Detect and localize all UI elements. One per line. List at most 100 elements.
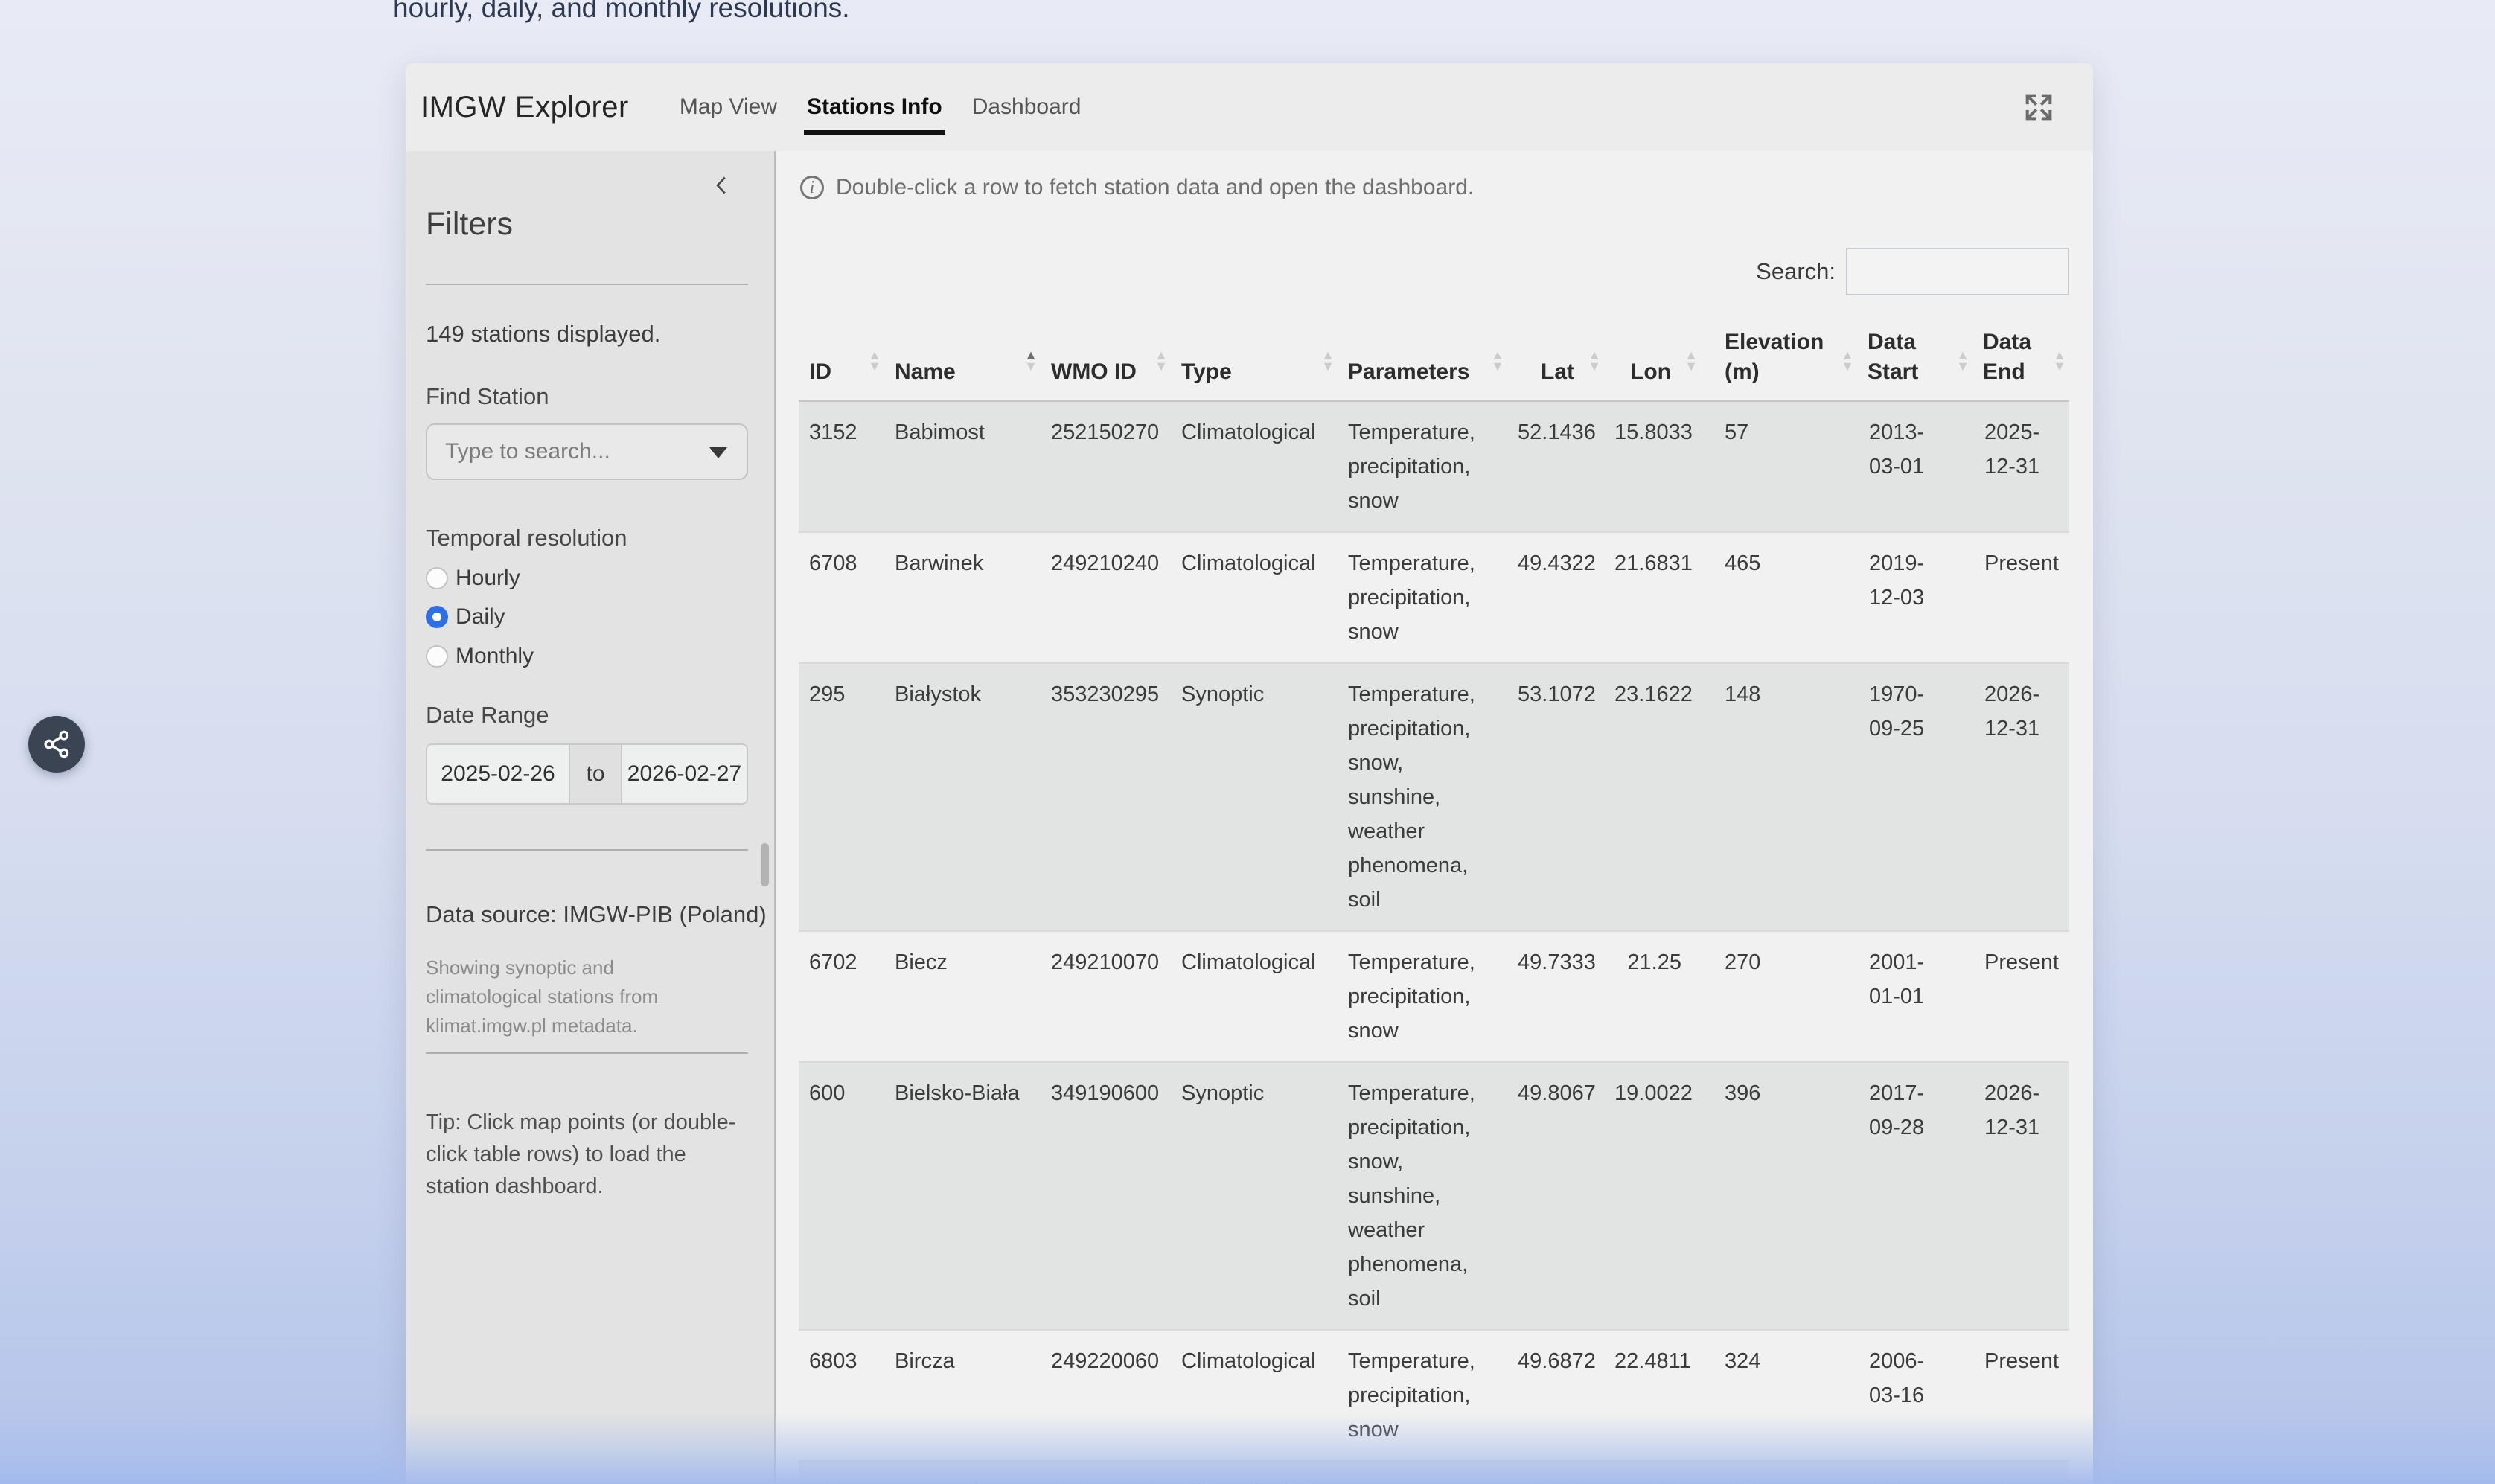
column-header-name[interactable]: Name ▲▼ xyxy=(884,313,1041,401)
cell-data-start: 2019-12-03 xyxy=(1857,532,1972,663)
cell-lon: 23.1622 xyxy=(1604,663,1701,931)
cell-data-end: Present xyxy=(1972,532,2069,663)
radio-circle-icon xyxy=(426,567,448,589)
cell-wmo-id: 249210240 xyxy=(1041,532,1171,663)
column-header-lat[interactable]: Lat ▲▼ xyxy=(1507,313,1604,401)
cell-lat: 50.8997 xyxy=(1507,1461,1604,1484)
temporal-resolution-label: Temporal resolution xyxy=(426,525,627,551)
cell-name: Barwinek xyxy=(884,532,1041,663)
column-header-type[interactable]: Type ▲▼ xyxy=(1171,313,1338,401)
cell-name: Bogatynia xyxy=(884,1461,1041,1484)
stations-table: ID ▲▼ Name ▲▼ WMO ID ▲▼ xyxy=(799,313,2069,1484)
stations-panel: i Double-click a row to fetch station da… xyxy=(776,151,2093,1484)
column-header-parameters[interactable]: Parameters ▲▼ xyxy=(1338,313,1507,401)
column-header-data-end[interactable]: Data End ▲▼ xyxy=(1972,313,2069,401)
data-source-note: Showing synoptic and climatological stat… xyxy=(426,953,718,1040)
column-header-elevation[interactable]: Elevation (m) ▲▼ xyxy=(1701,313,1857,401)
page-intro-text: hourly, daily, and monthly resolutions. xyxy=(393,0,850,25)
cell-id: 6708 xyxy=(799,532,884,663)
info-banner-text: Double-click a row to fetch station data… xyxy=(836,175,1474,200)
share-icon xyxy=(41,729,72,760)
data-source-title: Data source: IMGW-PIB (Poland) xyxy=(426,901,767,928)
column-header-data-start[interactable]: Data Start ▲▼ xyxy=(1857,313,1972,401)
radio-hourly[interactable]: Hourly xyxy=(426,562,520,595)
table-row[interactable]: 6702Biecz249210070ClimatologicalTemperat… xyxy=(799,931,2069,1062)
sidebar-scrollbar-thumb[interactable] xyxy=(761,843,769,886)
cell-lon: 15.8033 xyxy=(1604,401,1701,532)
sort-icon: ▲▼ xyxy=(1154,350,1168,372)
tab-map-view[interactable]: Map View xyxy=(677,95,780,120)
cell-lat: 49.8067 xyxy=(1507,1062,1604,1330)
app-card: IMGW Explorer Map View Stations Info Das… xyxy=(406,63,2093,1484)
search-input[interactable] xyxy=(1846,248,2069,295)
tab-bar: Map View Stations Info Dashboard xyxy=(653,95,1084,120)
table-row[interactable]: 6708Barwinek249210240ClimatologicalTempe… xyxy=(799,532,2069,663)
cell-data-start: 2001-01-01 xyxy=(1857,1461,1972,1484)
cell-id: 295 xyxy=(799,663,884,931)
search-label: Search: xyxy=(1756,258,1836,285)
cell-data-end: 2026-12-31 xyxy=(1972,1062,2069,1330)
cell-type: Climatological xyxy=(1171,1461,1338,1484)
find-station-label: Find Station xyxy=(426,383,549,410)
sort-icon: ▲▼ xyxy=(1841,350,1854,372)
cell-parameters: Temperature, precipitation, snow xyxy=(1338,532,1507,663)
radio-daily[interactable]: Daily xyxy=(426,601,505,633)
cell-data-end: Present xyxy=(1972,931,2069,1062)
divider xyxy=(426,1052,748,1054)
find-station-select[interactable]: Type to search... xyxy=(426,423,748,480)
table-row[interactable]: 3152Babimost252150270ClimatologicalTempe… xyxy=(799,401,2069,532)
share-button[interactable] xyxy=(28,716,85,773)
cell-parameters: Temperature, precipitation, snow, sunshi… xyxy=(1338,663,1507,931)
cell-data-end: 2026-12-31 xyxy=(1972,663,2069,931)
cell-name: Bircza xyxy=(884,1330,1041,1461)
table-row[interactable]: 600Bielsko-Biała349190600SynopticTempera… xyxy=(799,1062,2069,1330)
sort-icon: ▲▼ xyxy=(868,350,881,372)
stations-count: 149 stations displayed. xyxy=(426,321,660,348)
app-title: IMGW Explorer xyxy=(421,91,629,124)
table-row[interactable]: 6803Bircza249220060ClimatologicalTempera… xyxy=(799,1330,2069,1461)
cell-data-start: 2017-09-28 xyxy=(1857,1062,1972,1330)
table-row[interactable]: 5001Bogatynia250140030ClimatologicalTemp… xyxy=(799,1461,2069,1484)
column-header-lon[interactable]: Lon ▲▼ xyxy=(1604,313,1701,401)
cell-parameters: Temperature, precipitation, snow xyxy=(1338,1330,1507,1461)
cell-data-end: 2025-12-31 xyxy=(1972,1461,2069,1484)
sort-icon: ▲▼ xyxy=(2053,350,2066,372)
cell-lat: 49.7333 xyxy=(1507,931,1604,1062)
fullscreen-button[interactable] xyxy=(2022,90,2056,124)
cell-elevation: 324 xyxy=(1701,1330,1857,1461)
tab-stations-info[interactable]: Stations Info xyxy=(804,95,945,120)
radio-hourly-label: Hourly xyxy=(456,566,520,591)
date-range-to-label: to xyxy=(569,745,622,803)
cell-lat: 49.4322 xyxy=(1507,532,1604,663)
cell-elevation: 465 xyxy=(1701,532,1857,663)
cell-id: 600 xyxy=(799,1062,884,1330)
cell-lat: 49.6872 xyxy=(1507,1330,1604,1461)
radio-monthly[interactable]: Monthly xyxy=(426,640,534,673)
table-row[interactable]: 295Białystok353230295SynopticTemperature… xyxy=(799,663,2069,931)
cell-type: Climatological xyxy=(1171,401,1338,532)
cell-data-end: 2025-12-31 xyxy=(1972,401,2069,532)
date-range-group: to xyxy=(426,743,748,805)
radio-monthly-label: Monthly xyxy=(456,644,534,669)
date-from-input[interactable] xyxy=(427,745,569,803)
cell-name: Bielsko-Biała xyxy=(884,1062,1041,1330)
date-to-input[interactable] xyxy=(622,745,747,803)
column-header-wmo-id[interactable]: WMO ID ▲▼ xyxy=(1041,313,1171,401)
app-header: IMGW Explorer Map View Stations Info Das… xyxy=(406,63,2093,151)
sort-icon: ▲▼ xyxy=(1956,350,1970,372)
cell-name: Białystok xyxy=(884,663,1041,931)
cell-data-start: 2006-03-16 xyxy=(1857,1330,1972,1461)
cell-data-end: Present xyxy=(1972,1330,2069,1461)
cell-name: Biecz xyxy=(884,931,1041,1062)
tab-dashboard[interactable]: Dashboard xyxy=(969,95,1084,120)
divider xyxy=(426,284,748,285)
sort-asc-icon: ▲▼ xyxy=(1024,350,1038,372)
column-header-id[interactable]: ID ▲▼ xyxy=(799,313,884,401)
screen: hourly, daily, and monthly resolutions. … xyxy=(0,0,2495,1484)
filters-heading: Filters xyxy=(426,206,513,243)
cell-lat: 53.1072 xyxy=(1507,663,1604,931)
cell-wmo-id: 249220060 xyxy=(1041,1330,1171,1461)
cell-elevation: 290 xyxy=(1701,1461,1857,1484)
sidebar-collapse-button[interactable] xyxy=(709,172,735,199)
cell-parameters: Temperature, precipitation, snow xyxy=(1338,401,1507,532)
